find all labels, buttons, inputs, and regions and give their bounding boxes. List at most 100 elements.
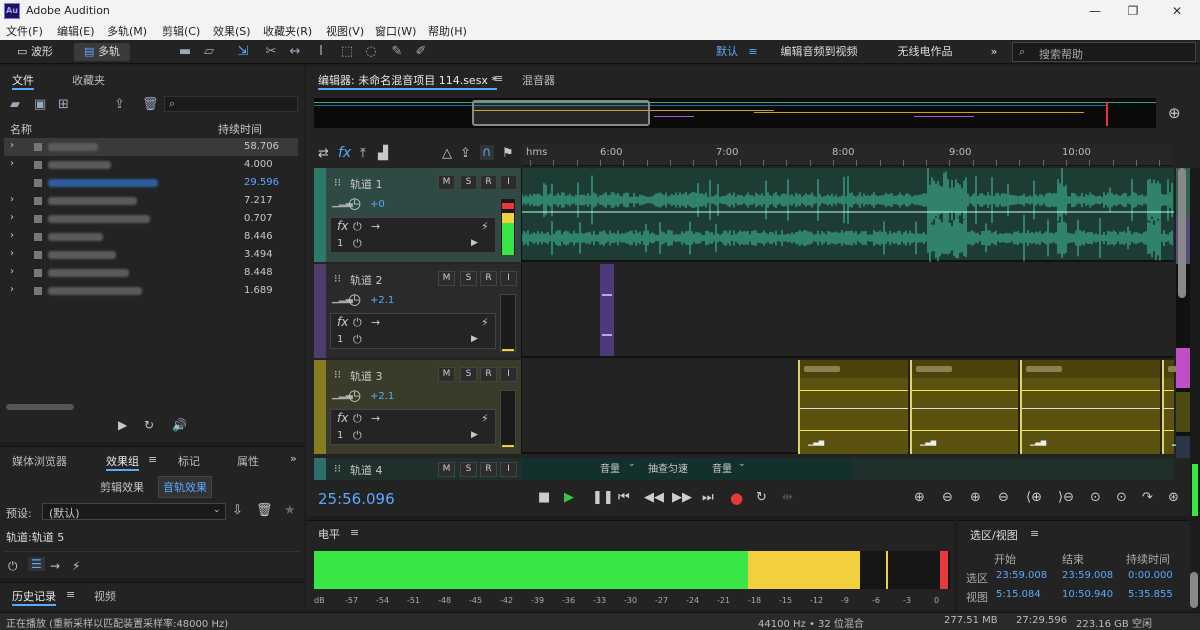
chevron-right-icon[interactable]: › bbox=[10, 284, 14, 295]
col-name-header[interactable]: 名称 bbox=[10, 121, 32, 137]
volume-value[interactable]: +2.1 bbox=[370, 295, 394, 306]
file-list-item[interactable]: › 7.217 bbox=[4, 192, 298, 210]
marker-icon[interactable]: ⚑ bbox=[502, 146, 514, 161]
play-icon[interactable]: ▶ bbox=[471, 238, 478, 248]
record-arm-button[interactable]: R bbox=[480, 367, 497, 382]
brush-icon[interactable]: ✎ bbox=[388, 43, 406, 61]
zoom-selection-icon[interactable]: ⊙ bbox=[1090, 490, 1101, 505]
eq-icon[interactable]: ▟ bbox=[378, 146, 388, 161]
solo-button[interactable]: S bbox=[460, 462, 477, 477]
input-routing-icon[interactable]: → bbox=[50, 559, 60, 573]
zoom-out-amplitude-icon[interactable]: ⊖ bbox=[942, 490, 953, 505]
volume-knob[interactable]: ◷ bbox=[348, 290, 361, 308]
subtab-track-effects[interactable]: 音轨效果 bbox=[158, 476, 212, 498]
chevron-right-icon[interactable]: › bbox=[10, 266, 14, 277]
overview-view-window[interactable] bbox=[472, 100, 650, 126]
slip-tool-icon[interactable]: ↔ bbox=[286, 43, 304, 61]
preset-select[interactable]: (默认) ⌄ bbox=[42, 503, 226, 520]
zoom-in-time-icon[interactable]: ⊕ bbox=[970, 490, 981, 505]
view-start[interactable]: 5:15.084 bbox=[996, 589, 1041, 600]
track-3-clip[interactable]: ▁▃▅ bbox=[798, 360, 908, 454]
selection-end[interactable]: 23:59.008 bbox=[1062, 570, 1113, 581]
marquee-icon[interactable]: ⬚ bbox=[338, 43, 356, 61]
play-icon[interactable]: ▶ bbox=[471, 430, 478, 440]
zoom-reset-icon[interactable]: ⊛ bbox=[1168, 490, 1179, 505]
file-list-item[interactable]: › 4.000 bbox=[4, 156, 298, 174]
tab-effects-rack[interactable]: 效果组 bbox=[106, 453, 139, 471]
stop-button[interactable]: ■ bbox=[538, 490, 550, 505]
selection-start[interactable]: 23:59.008 bbox=[996, 570, 1047, 581]
minimize-button[interactable]: — bbox=[1080, 2, 1110, 20]
effects-menu-icon[interactable]: ≡ bbox=[148, 453, 157, 466]
rewind-button[interactable]: ◀◀ bbox=[644, 490, 664, 505]
menu-effects[interactable]: 效果(S) bbox=[213, 23, 251, 39]
input-routing-icon[interactable]: → bbox=[371, 220, 380, 233]
time-ruler[interactable]: hms 6:00 7:00 8:00 9:00 10:00 bbox=[522, 144, 1172, 166]
selection-menu-icon[interactable]: ≡ bbox=[1030, 527, 1039, 540]
zoom-out-full-icon[interactable]: ⟩⊖ bbox=[1058, 490, 1074, 505]
time-selection-icon[interactable]: I bbox=[312, 43, 330, 61]
chevron-right-icon[interactable]: › bbox=[10, 212, 14, 223]
save-preset-icon[interactable]: ⇩ bbox=[232, 503, 243, 518]
input-routing-icon[interactable]: → bbox=[371, 412, 380, 425]
insert-icon[interactable]: ⇪ bbox=[114, 96, 125, 114]
track-name[interactable]: 轨道 1 bbox=[350, 176, 383, 192]
new-file-icon[interactable]: ⊞ bbox=[58, 96, 69, 114]
zoom-selected-track-icon[interactable]: ⊙ bbox=[1116, 490, 1127, 505]
loop-preview-icon[interactable]: ↻ bbox=[144, 418, 154, 432]
tab-mixer[interactable]: 混音器 bbox=[522, 72, 555, 88]
zoom-out-time-icon[interactable]: ⊖ bbox=[998, 490, 1009, 505]
zoom-tracks-icon[interactable]: ↷ bbox=[1142, 490, 1153, 505]
record-arm-button[interactable]: R bbox=[480, 271, 497, 286]
open-folder-icon[interactable]: ▰ bbox=[10, 96, 20, 114]
power-icon[interactable]: ⏻ bbox=[353, 237, 362, 251]
selection-scrollbar[interactable] bbox=[1190, 572, 1198, 608]
chevron-right-icon[interactable]: › bbox=[10, 230, 14, 241]
maximize-button[interactable]: ❐ bbox=[1118, 2, 1148, 20]
mute-button[interactable]: M bbox=[438, 175, 455, 190]
track-name[interactable]: 轨道 3 bbox=[350, 368, 383, 384]
chevron-right-icon[interactable]: › bbox=[10, 140, 14, 151]
chevron-right-icon[interactable]: › bbox=[10, 158, 14, 169]
file-list-item[interactable]: › 58.706 bbox=[4, 138, 298, 156]
menu-favorites[interactable]: 收藏夹(R) bbox=[263, 23, 312, 39]
tab-media-browser[interactable]: 媒体浏览器 bbox=[12, 453, 67, 469]
tab-video[interactable]: 视频 bbox=[94, 588, 116, 604]
file-list-item[interactable]: 29.596 bbox=[4, 174, 298, 192]
favorite-star-icon[interactable]: ★ bbox=[284, 503, 296, 518]
workspace-default[interactable]: 默认 bbox=[712, 43, 742, 61]
menu-file[interactable]: 文件(F) bbox=[6, 23, 43, 39]
record-arm-button[interactable]: R bbox=[480, 462, 497, 477]
level-menu-icon[interactable]: ≡ bbox=[350, 526, 359, 539]
file-list-item[interactable]: › 0.707 bbox=[4, 210, 298, 228]
power-icon[interactable]: ⏻ bbox=[353, 316, 362, 330]
workspace-radio[interactable]: 无线电作品 bbox=[894, 43, 956, 61]
menu-multitrack[interactable]: 多轨(M) bbox=[107, 23, 147, 39]
timecode-display[interactable]: 25:56.096 bbox=[318, 490, 395, 508]
fx-icon[interactable]: fx bbox=[337, 315, 348, 329]
track-name[interactable]: 轨道 2 bbox=[350, 272, 383, 288]
volume-envelope[interactable] bbox=[1022, 408, 1160, 409]
volume-envelope-select[interactable]: 音量 bbox=[712, 460, 732, 475]
tab-properties[interactable]: 属性 bbox=[237, 453, 259, 469]
spot-healing-icon[interactable]: ✐ bbox=[412, 43, 430, 61]
mute-button[interactable]: M bbox=[438, 271, 455, 286]
view-end[interactable]: 10:50.940 bbox=[1062, 589, 1113, 600]
delete-preset-icon[interactable]: 🗑 bbox=[256, 503, 273, 518]
search-help-field[interactable]: ⌕ 搜索帮助 bbox=[1012, 42, 1196, 62]
zoom-in-point-icon[interactable]: ⟨⊕ bbox=[1026, 490, 1042, 505]
file-list-item[interactable]: › 1.689 bbox=[4, 282, 298, 300]
volume-envelope-select[interactable]: 音量 bbox=[600, 460, 620, 475]
close-button[interactable]: ✕ bbox=[1162, 2, 1192, 20]
power-icon[interactable]: ⏻ bbox=[8, 559, 18, 574]
razor-tool-icon[interactable]: ✂ bbox=[262, 43, 280, 61]
chevron-right-icon[interactable]: › bbox=[10, 194, 14, 205]
tab-editor[interactable]: 编辑器: 未命名混音项目 114.sesx * bbox=[318, 72, 497, 90]
input-routing-icon[interactable]: → bbox=[371, 316, 380, 329]
tab-files[interactable]: 文件 bbox=[12, 72, 34, 90]
delete-icon[interactable]: 🗑 bbox=[142, 96, 159, 114]
selection-duration[interactable]: 0:00.000 bbox=[1128, 570, 1173, 581]
fx-icon[interactable]: fx bbox=[337, 219, 348, 233]
menu-view[interactable]: 视图(V) bbox=[326, 23, 364, 39]
solo-button[interactable]: S bbox=[460, 271, 477, 286]
